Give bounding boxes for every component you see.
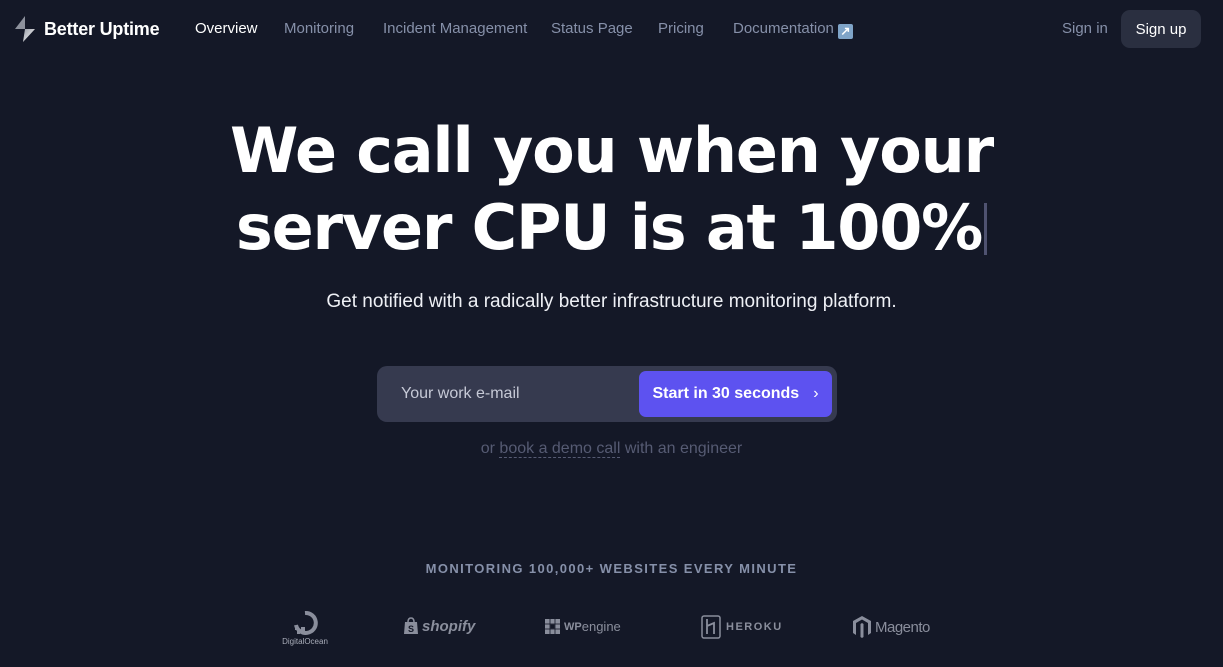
- signup-form: Start in 30 seconds ›: [377, 366, 837, 422]
- heroku-logo: HEROKU: [701, 615, 783, 639]
- magento-logo: Magento: [852, 615, 930, 639]
- hero-title-line-2: server CPU is at 100%: [235, 191, 983, 264]
- social-proof-caption: MONITORING 100,000+ WEBSITES EVERY MINUT…: [425, 561, 798, 576]
- wpengine-grid-icon: [545, 619, 560, 634]
- hero-title-line-1: We call you when your: [230, 114, 994, 187]
- sign-in-link[interactable]: Sign in: [1062, 20, 1108, 37]
- heroku-label: HEROKU: [726, 621, 783, 633]
- demo-suffix: with an engineer: [620, 440, 743, 457]
- external-link-icon: ↗: [837, 24, 853, 39]
- nav-link-documentation[interactable]: Documentation ↗: [733, 20, 853, 39]
- magento-label: Magento: [875, 618, 930, 636]
- lightning-bolt-icon: [15, 16, 35, 42]
- nav-link-pricing[interactable]: Pricing: [658, 20, 704, 37]
- hero-title: We call you when your server CPU is at 1…: [0, 112, 1223, 266]
- shopify-logo: S shopify: [403, 617, 475, 635]
- shopify-label: shopify: [422, 617, 476, 635]
- brand-logo[interactable]: Better Uptime: [13, 15, 160, 43]
- customer-logos: DigitalOcean S shopify WP engine HEROKU: [0, 605, 1223, 655]
- hero-subtitle: Get notified with a radically better inf…: [326, 291, 897, 312]
- typing-caret: [984, 203, 988, 255]
- demo-prefix: or: [480, 440, 500, 457]
- nav-link-monitoring[interactable]: Monitoring: [284, 20, 354, 37]
- wpengine-label-engine: engine: [581, 619, 621, 634]
- digitalocean-label: DigitalOcean: [282, 637, 328, 646]
- book-demo-link[interactable]: book a demo call: [499, 440, 621, 458]
- wpengine-label-wp: WP: [564, 620, 582, 633]
- svg-text:S: S: [408, 624, 414, 634]
- digitalocean-icon: [294, 610, 318, 635]
- start-trial-label: Start in 30 seconds: [652, 385, 800, 402]
- nav-link-overview[interactable]: Overview: [195, 20, 258, 37]
- heroku-icon: [701, 615, 721, 639]
- magento-icon: [853, 616, 871, 638]
- top-navigation: Better Uptime Overview Monitoring Incide…: [0, 0, 1223, 58]
- wpengine-logo: WP engine: [545, 619, 621, 634]
- nav-link-incident-management[interactable]: Incident Management: [383, 20, 527, 37]
- start-trial-button[interactable]: Start in 30 seconds ›: [639, 371, 832, 417]
- brand-name: Better Uptime: [44, 18, 160, 39]
- chevron-right-icon: ›: [813, 385, 819, 402]
- demo-call-line: or book a demo call with an engineer: [0, 440, 1223, 458]
- shopping-bag-icon: S: [404, 617, 418, 634]
- digitalocean-logo: DigitalOcean: [281, 610, 329, 646]
- sign-up-button[interactable]: Sign up: [1121, 10, 1201, 48]
- nav-link-documentation-label: Documentation: [733, 20, 834, 37]
- nav-link-status-page[interactable]: Status Page: [551, 20, 633, 37]
- work-email-input[interactable]: [385, 372, 635, 416]
